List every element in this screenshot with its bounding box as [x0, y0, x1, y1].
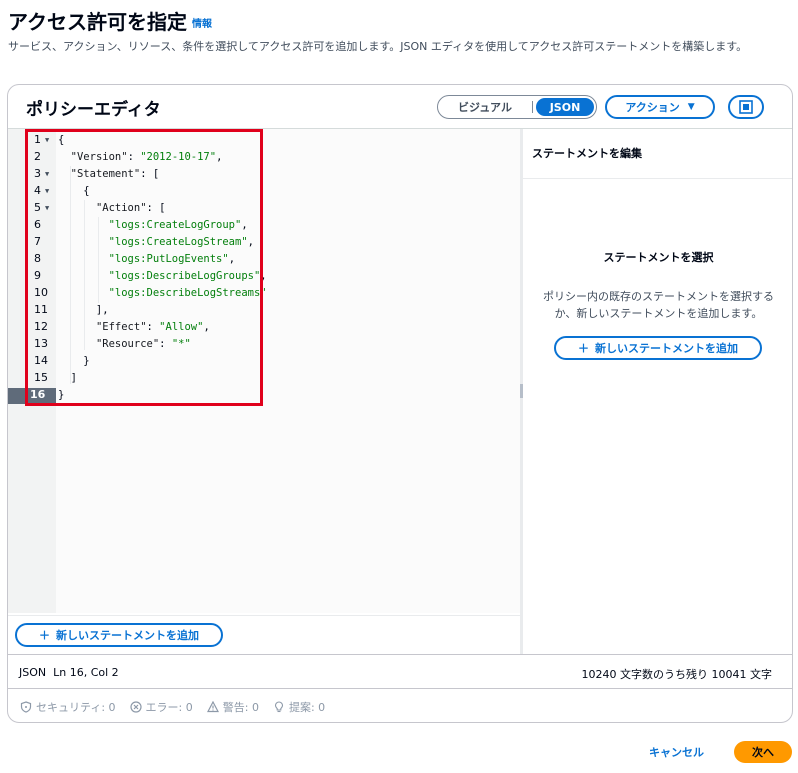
add-statement-label: 新しいステートメントを追加	[56, 629, 199, 642]
add-statement-side-label: 新しいステートメントを追加	[595, 342, 738, 355]
suggestion-count: 提案: 0	[288, 700, 326, 714]
caret-down-icon: ▼	[687, 102, 695, 112]
security-count: セキュリティ: 0	[36, 700, 116, 714]
mode-separator	[532, 101, 533, 113]
suggestion-findings[interactable]: 提案: 0	[273, 699, 325, 715]
actions-dropdown-button[interactable]: アクション ▼	[605, 95, 715, 119]
divider	[8, 615, 520, 616]
select-statement-description: ポリシー内の既存のステートメントを選択するか、新しいステートメントを追加します。	[543, 290, 774, 320]
page-description: サービス、アクション、リソース、条件を選択してアクセス許可を追加します。JSON…	[8, 40, 748, 53]
character-count: 10240 文字数のうち残り 10041 文字	[581, 668, 772, 681]
fullscreen-icon	[739, 100, 753, 114]
editor-area: 1 ▼{2 "Version": "2012-10-17", 3 ▼ "Stateme…	[8, 128, 792, 655]
validation-summary: セキュリティ: 0 エラー: 0 警告: 0 提案: 0	[8, 688, 792, 722]
edit-statement-header: ステートメントを編集	[523, 129, 792, 179]
edit-statement-title: ステートメントを編集	[532, 147, 642, 160]
error-icon	[129, 700, 142, 713]
next-button[interactable]: 次へ	[734, 741, 792, 763]
mode-json-option[interactable]: JSON	[536, 98, 594, 116]
edit-statement-panel: ステートメントを編集 ステートメントを選択 ポリシー内の既存のステートメントを選…	[523, 129, 792, 655]
shield-icon	[20, 700, 32, 713]
status-position: Ln 16, Col 2	[53, 666, 119, 679]
fullscreen-button[interactable]	[728, 95, 764, 119]
lightbulb-icon	[274, 700, 284, 712]
code-editor[interactable]: 1 ▼{2 "Version": "2012-10-17", 3 ▼ "Stateme…	[8, 129, 520, 655]
warning-count: 警告: 0	[222, 700, 259, 714]
security-findings[interactable]: セキュリティ: 0	[20, 699, 116, 715]
highlight-annotation-box	[25, 129, 263, 406]
plus-icon: ＋	[578, 342, 589, 355]
add-statement-side-button[interactable]: ＋ 新しいステートメントを追加	[554, 336, 762, 360]
error-findings[interactable]: エラー: 0	[129, 699, 193, 715]
warning-findings[interactable]: 警告: 0	[206, 699, 259, 715]
policy-editor-title: ポリシーエディタ	[26, 100, 161, 120]
error-count: エラー: 0	[145, 700, 193, 714]
info-link[interactable]: 情報	[192, 15, 212, 30]
mode-visual-option[interactable]: ビジュアル	[438, 96, 532, 118]
cancel-button[interactable]: キャンセル	[649, 744, 704, 760]
page-title: アクセス許可を指定	[8, 10, 187, 34]
policy-editor-card: ポリシーエディタ ビジュアル JSON アクション ▼ 1 ▼{2 "Versio…	[7, 84, 793, 723]
select-statement-title: ステートメントを選択	[603, 251, 714, 264]
actions-label: アクション	[625, 101, 680, 114]
add-statement-button[interactable]: ＋ 新しいステートメントを追加	[15, 623, 223, 647]
cursor-position: JSON Ln 16, Col 2	[19, 666, 119, 679]
warning-icon	[206, 700, 219, 712]
editor-mode-toggle: ビジュアル JSON	[437, 95, 597, 119]
plus-icon: ＋	[39, 629, 50, 642]
editor-status-bar: JSON Ln 16, Col 2 10240 文字数のうち残り 10041 文…	[8, 654, 792, 688]
status-mode: JSON	[19, 666, 47, 679]
